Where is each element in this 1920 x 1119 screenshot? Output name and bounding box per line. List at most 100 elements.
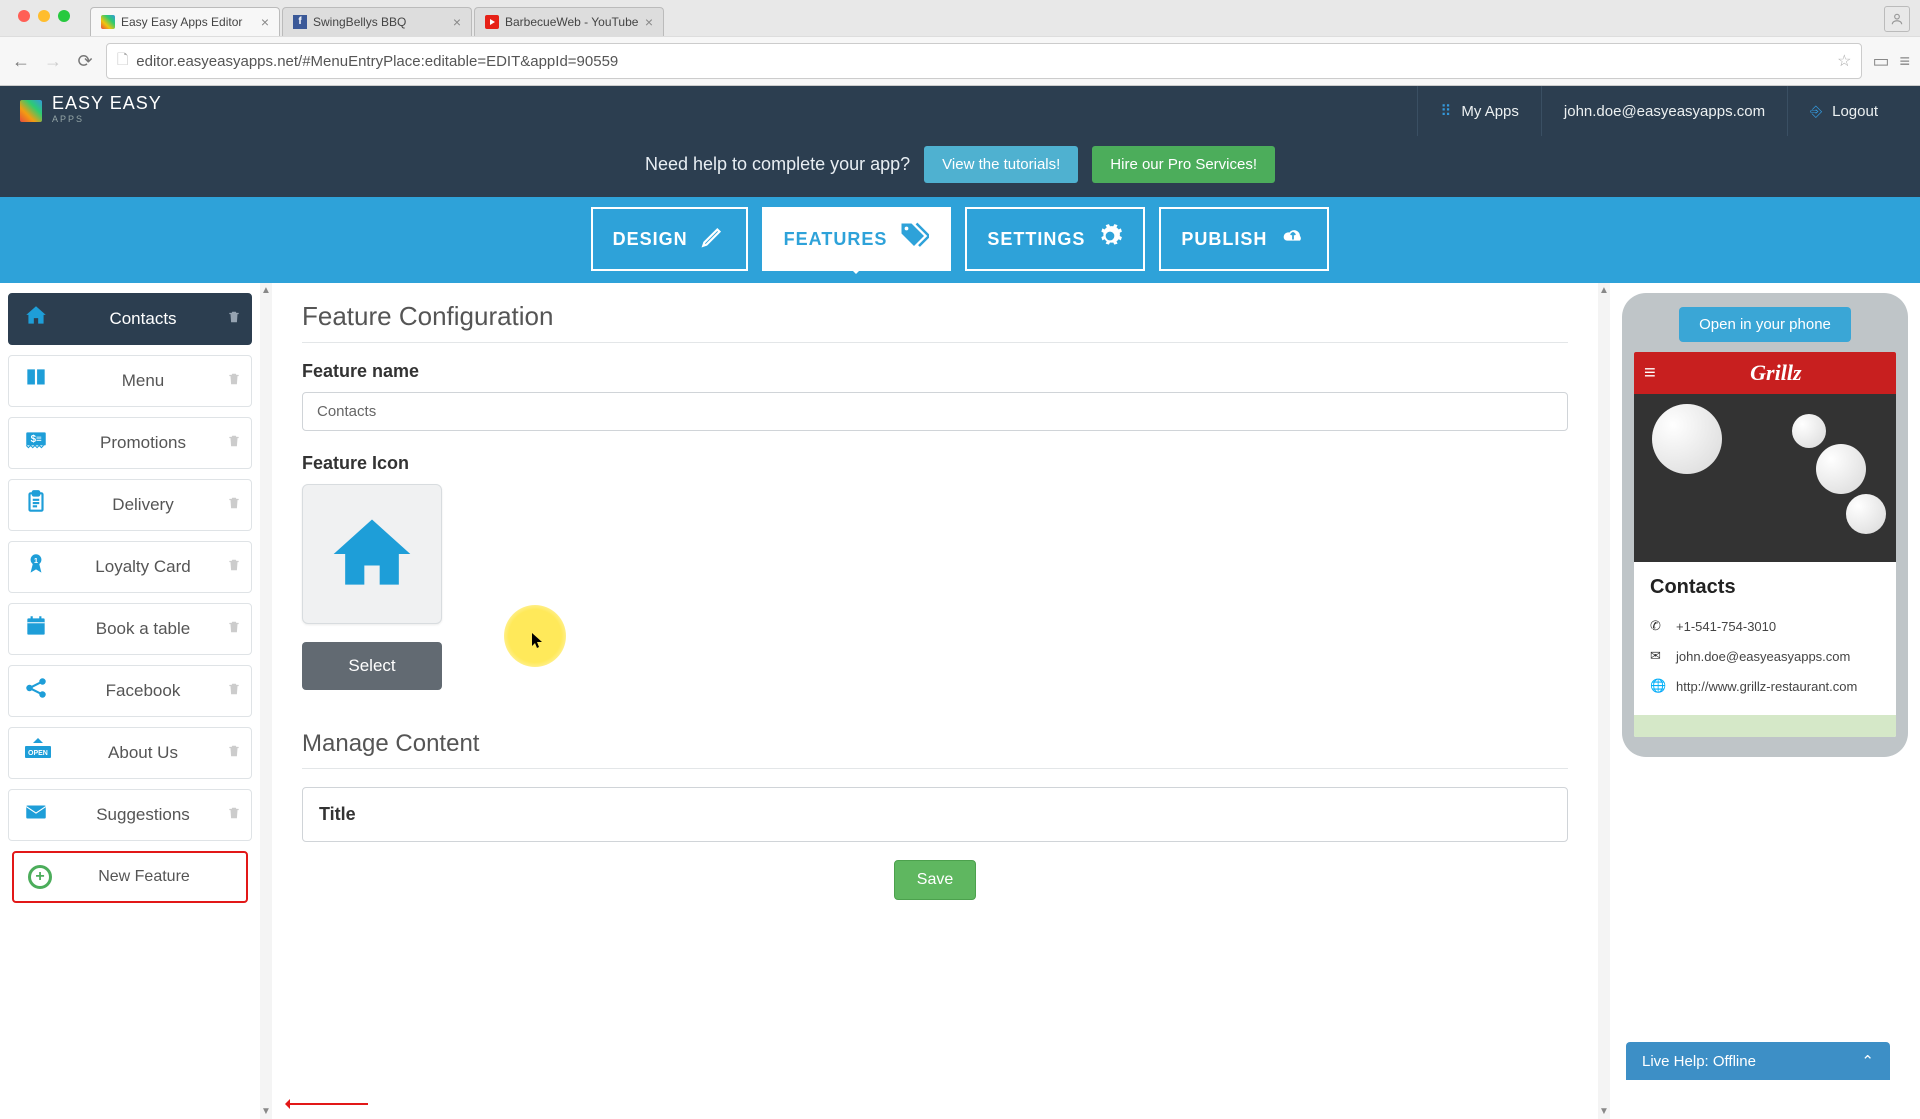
tab-label: FEATURES [784,229,888,250]
trash-icon[interactable] [227,805,241,826]
browser-tabs: Easy Easy Apps Editor × f SwingBellys BB… [0,0,1920,36]
sidebar-item-loyalty[interactable]: 1 Loyalty Card [8,541,252,593]
contact-email-row[interactable]: ✉ john.doe@easyeasyapps.com [1650,641,1880,671]
window-controls[interactable] [8,4,80,28]
sidebar-item-label: Delivery [59,495,227,515]
save-button[interactable]: Save [894,860,976,900]
brand-line1: EASY EASY [52,93,162,113]
tab-features[interactable]: FEATURES [762,207,952,271]
new-feature-button[interactable]: + New Feature [12,851,248,903]
grid-icon: ⠿ [1440,102,1451,120]
account-email[interactable]: john.doe@easyeasyapps.com [1541,86,1787,136]
logo[interactable]: EASY EASY APPS [20,95,162,127]
trash-icon[interactable] [227,309,241,330]
main-tabs: DESIGN FEATURES SETTINGS PUBLISH [0,197,1920,283]
sidebar-item-delivery[interactable]: Delivery [8,479,252,531]
tab-close-icon[interactable]: × [645,14,653,30]
tab-title: Easy Easy Apps Editor [121,15,255,29]
present-icon[interactable]: ▭ [1872,51,1889,72]
tab-label: PUBLISH [1181,229,1267,250]
sidebar-item-promotions[interactable]: $≡ Promotions [8,417,252,469]
house-icon [326,508,418,600]
url-text: editor.easyeasyapps.net/#MenuEntryPlace:… [136,53,1837,70]
select-icon-button[interactable]: Select [302,642,442,690]
maximize-window-icon[interactable] [58,10,70,22]
sidebar-item-label: Facebook [59,681,227,701]
my-apps-label: My Apps [1461,103,1519,120]
favicon-icon [101,15,115,29]
trash-icon[interactable] [227,681,241,702]
phone-hero-image [1634,394,1896,562]
sidebar-item-about[interactable]: OPEN About Us [8,727,252,779]
url-bar[interactable]: 🗋 editor.easyeasyapps.net/#MenuEntryPlac… [106,43,1862,79]
trash-icon[interactable] [227,433,241,454]
trash-icon[interactable] [227,619,241,640]
hamburger-icon[interactable]: ≡ [1644,362,1656,385]
browser-tab-2[interactable]: f SwingBellys BBQ × [282,7,472,36]
bookmark-icon[interactable]: ☆ [1837,51,1851,71]
sidebar-item-label: Menu [59,371,227,391]
view-tutorials-button[interactable]: View the tutorials! [924,146,1078,183]
tab-close-icon[interactable]: × [453,14,461,30]
trash-icon[interactable] [227,371,241,392]
site-info-icon[interactable]: 🗋 [117,49,128,73]
forward-icon: → [42,51,64,72]
contact-phone-row[interactable]: ✆ +1-541-754-3010 [1650,611,1880,641]
sidebar-item-contacts[interactable]: Contacts [8,293,252,345]
envelope-icon: ✉ [1650,648,1666,664]
trash-icon[interactable] [227,743,241,764]
app-header: EASY EASY APPS ⠿ My Apps john.doe@easyea… [0,86,1920,136]
live-help-widget[interactable]: Live Help: Offline ⌃ [1626,1042,1890,1080]
logo-icon [20,100,42,122]
email-text: john.doe@easyeasyapps.com [1564,103,1765,120]
close-window-icon[interactable] [18,10,30,22]
browser-tab-1[interactable]: Easy Easy Apps Editor × [90,7,280,36]
my-apps-link[interactable]: ⠿ My Apps [1417,86,1541,136]
hire-pro-button[interactable]: Hire our Pro Services! [1092,146,1275,183]
back-icon[interactable]: ← [10,51,32,72]
menu-icon[interactable]: ≡ [1899,51,1910,72]
open-in-phone-button[interactable]: Open in your phone [1679,307,1851,342]
features-sidebar: Contacts Menu $≡ Promotions Delivery 1 L… [0,283,260,1119]
browser-tab-3[interactable]: BarbecueWeb - YouTube × [474,7,664,36]
config-panel: Feature Configuration Feature name Featu… [272,283,1598,1119]
sidebar-item-menu[interactable]: Menu [8,355,252,407]
tag-icon [899,221,929,257]
minimize-window-icon[interactable] [38,10,50,22]
sidebar-item-label: Book a table [59,619,227,639]
help-prompt: Need help to complete your app? [645,154,910,175]
contact-phone: +1-541-754-3010 [1676,619,1776,634]
scroll-up-icon[interactable]: ▲ [260,283,272,298]
sidebar-item-label: Loyalty Card [59,557,227,577]
preview-panel: Open in your phone ≡ Grillz Contacts ✆ [1610,283,1920,1119]
feature-name-input[interactable] [302,392,1568,431]
tab-settings[interactable]: SETTINGS [965,207,1145,271]
trash-icon[interactable] [227,495,241,516]
sidebar-item-book-table[interactable]: Book a table [8,603,252,655]
dollar-icon: $≡ [23,427,59,459]
scroll-down-icon[interactable]: ▼ [260,1104,272,1119]
logout-icon: ⎆ [1810,103,1822,120]
sidebar-item-facebook[interactable]: Facebook [8,665,252,717]
logout-link[interactable]: ⎆ Logout [1787,86,1900,136]
sidebar-scrollbar[interactable]: ▲ ▼ [260,283,272,1119]
home-icon [23,303,59,335]
content-title-label: Title [319,804,1551,825]
ribbon-icon: 1 [23,551,59,583]
reload-icon[interactable]: ⟳ [74,51,96,72]
scroll-down-icon[interactable]: ▼ [1598,1104,1610,1119]
tab-close-icon[interactable]: × [261,14,269,30]
contact-website-row[interactable]: 🌐 http://www.grillz-restaurant.com [1650,671,1880,701]
trash-icon[interactable] [227,557,241,578]
sidebar-item-suggestions[interactable]: Suggestions [8,789,252,841]
phone-frame: Open in your phone ≡ Grillz Contacts ✆ [1622,293,1908,757]
tab-publish[interactable]: PUBLISH [1159,207,1329,271]
profile-icon[interactable] [1884,6,1910,32]
favicon-icon [485,15,499,29]
tab-design[interactable]: DESIGN [591,207,748,271]
sidebar-item-label: Contacts [59,309,227,329]
logout-label: Logout [1832,103,1878,120]
config-scrollbar[interactable]: ▲ ▼ [1598,283,1610,1119]
phone-app-title: Grillz [1666,360,1886,386]
scroll-up-icon[interactable]: ▲ [1598,283,1610,298]
